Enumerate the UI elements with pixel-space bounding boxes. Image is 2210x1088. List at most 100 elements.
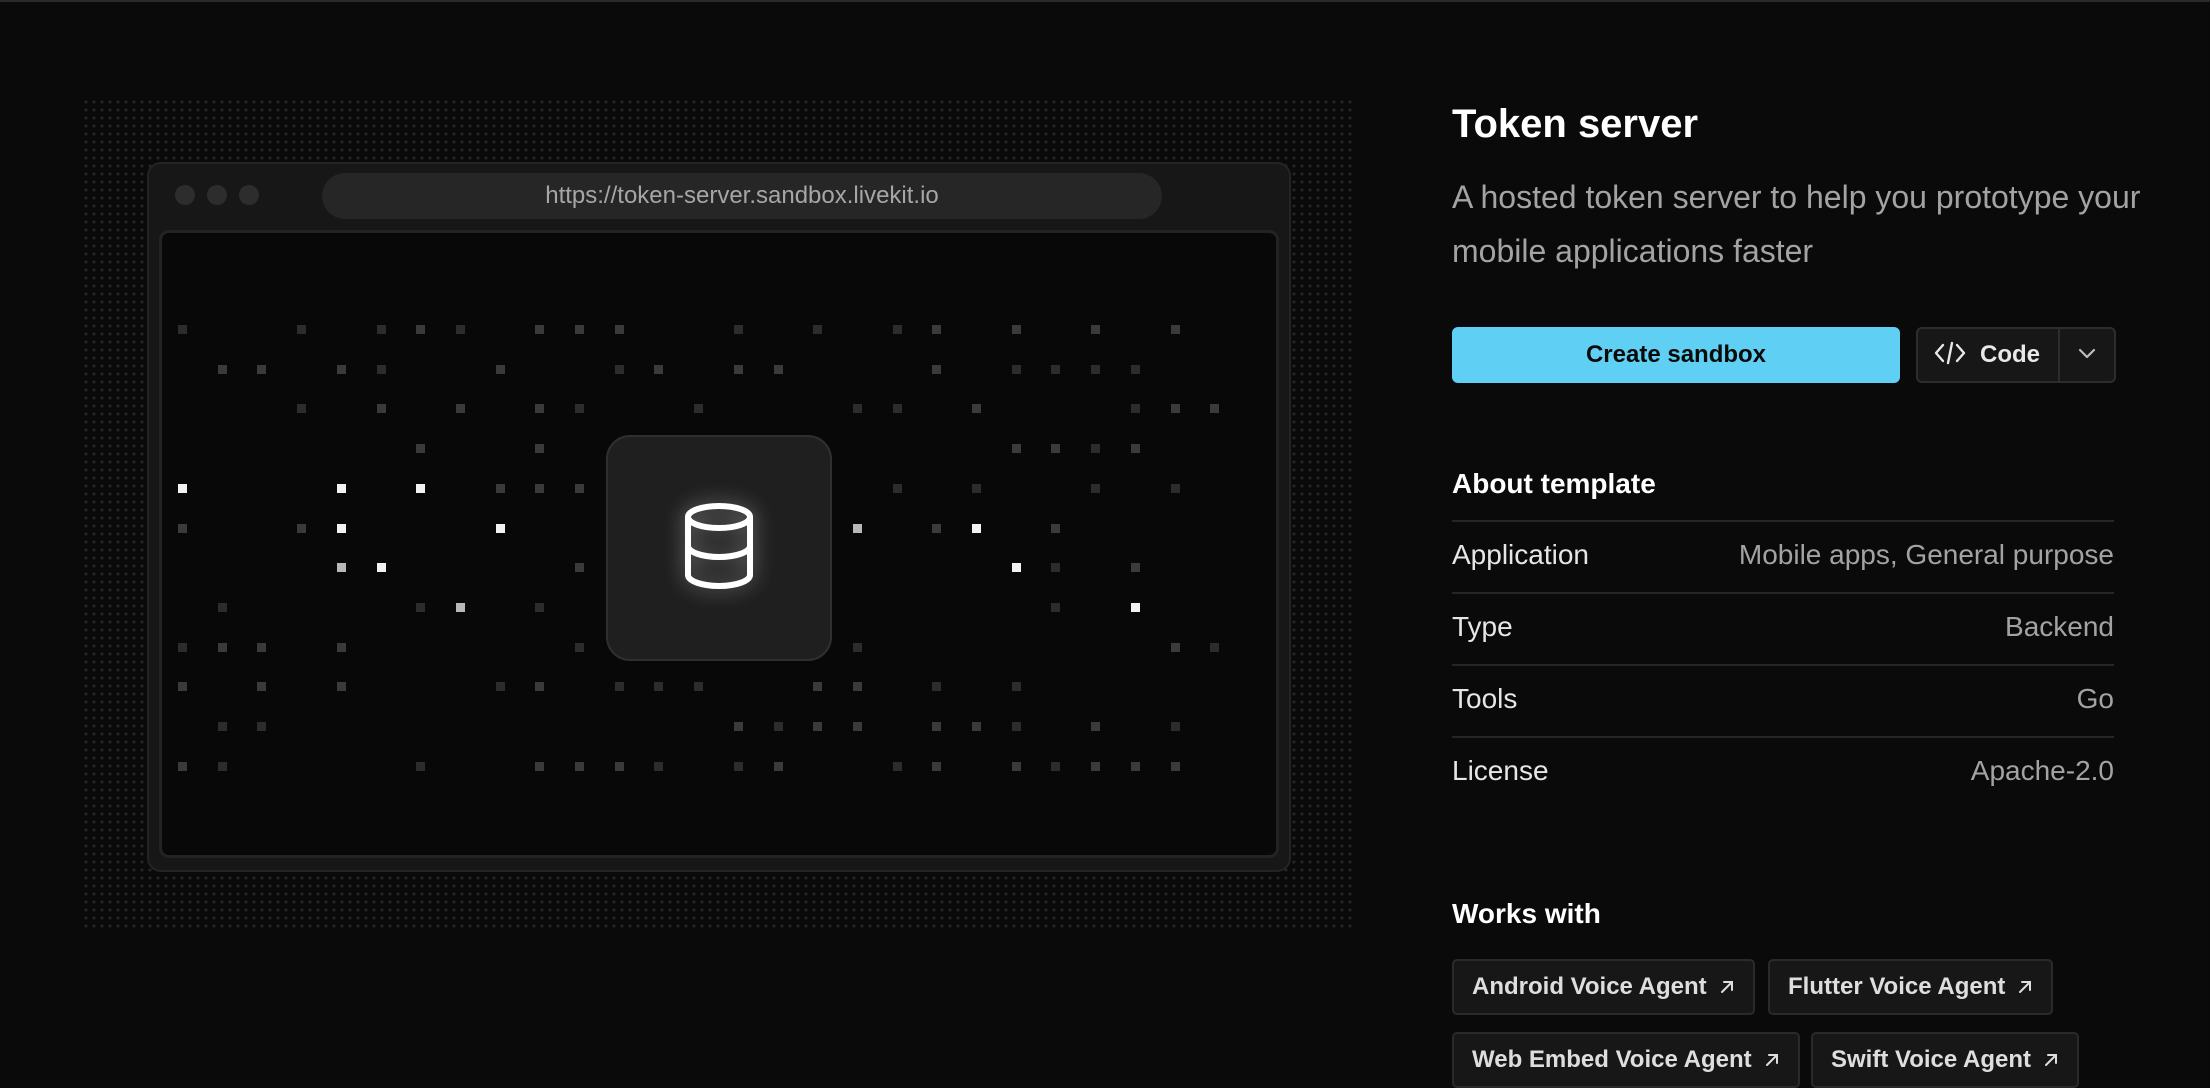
waveform-pixel [456, 603, 465, 612]
waveform-pixel [337, 563, 346, 572]
waveform-pixel [1131, 444, 1140, 453]
waveform-pixel [734, 365, 743, 374]
waveform-pixel [337, 365, 346, 374]
waveform-pixel [1171, 325, 1180, 334]
about-value: Go [2076, 683, 2114, 714]
about-key: Tools [1452, 683, 1518, 714]
chevron-down-icon [2078, 346, 2096, 364]
waveform-pixel [496, 365, 505, 374]
waveform-pixel [535, 484, 544, 493]
page-title: Token server [1452, 102, 1699, 146]
waveform-pixel [853, 404, 862, 413]
chip-label: Web Embed Voice Agent [1472, 1046, 1752, 1073]
waveform-pixel [575, 762, 584, 771]
about-row-type: Type Backend [1452, 592, 2114, 664]
works-with-chip-swift[interactable]: Swift Voice Agent [1811, 1032, 2080, 1088]
waveform-pixel [535, 444, 544, 453]
waveform-pixel [893, 404, 902, 413]
waveform-pixel [416, 762, 425, 771]
waveform-pixel [257, 682, 266, 691]
waveform-pixel [1131, 563, 1140, 572]
chip-label: Flutter Voice Agent [1788, 973, 2006, 1000]
window-dot-close [175, 185, 195, 205]
waveform-pixel [535, 404, 544, 413]
waveform-pixel [893, 325, 902, 334]
waveform-pixel [297, 325, 306, 334]
waveform-pixel [456, 325, 465, 334]
waveform-pixel [654, 682, 663, 691]
about-key: Type [1452, 611, 1513, 642]
waveform-pixel [496, 682, 505, 691]
waveform-pixel [257, 643, 266, 652]
waveform-pixel [1131, 404, 1140, 413]
waveform-pixel [416, 603, 425, 612]
code-button[interactable]: Code [1918, 329, 2058, 381]
waveform-pixel [932, 762, 941, 771]
works-with-chip-flutter[interactable]: Flutter Voice Agent [1768, 959, 2054, 1015]
about-row-tools: Tools Go [1452, 664, 2114, 736]
waveform-pixel [178, 484, 187, 493]
waveform-pixel [813, 682, 822, 691]
waveform-pixel [615, 682, 624, 691]
about-row-license: License Apache-2.0 [1452, 736, 2114, 808]
waveform-pixel [535, 762, 544, 771]
code-button-label: Code [1980, 341, 2040, 368]
waveform-pixel [1051, 762, 1060, 771]
center-icon-tile [606, 435, 832, 661]
waveform-pixel [694, 404, 703, 413]
about-value: Backend [2005, 611, 2114, 642]
waveform-pixel [1210, 404, 1219, 413]
waveform-pixel [1012, 325, 1021, 334]
code-dropdown-toggle[interactable] [2060, 329, 2114, 381]
waveform-pixel [1012, 444, 1021, 453]
waveform-pixel [178, 762, 187, 771]
about-key: Application [1452, 539, 1589, 570]
about-row-application: Application Mobile apps, General purpose [1452, 520, 2114, 592]
create-sandbox-button[interactable]: Create sandbox [1452, 327, 1900, 383]
waveform-pixel [813, 325, 822, 334]
works-with-chip-android[interactable]: Android Voice Agent [1452, 959, 1755, 1015]
about-key: License [1452, 755, 1549, 786]
waveform-pixel [853, 643, 862, 652]
waveform-pixel [377, 563, 386, 572]
works-with-heading: Works with [1452, 898, 1601, 929]
waveform-pixel [615, 762, 624, 771]
waveform-pixel [972, 404, 981, 413]
template-description: A hosted token server to help you protot… [1452, 179, 2141, 269]
top-divider [0, 0, 2210, 2]
waveform-pixel [774, 722, 783, 731]
works-with-chip-web-embed[interactable]: Web Embed Voice Agent [1452, 1032, 1800, 1088]
waveform-pixel [218, 643, 227, 652]
waveform-pixel [416, 325, 425, 334]
waveform-pixel [178, 325, 187, 334]
waveform-pixel [972, 484, 981, 493]
waveform-pixel [575, 563, 584, 572]
waveform-pixel [496, 524, 505, 533]
waveform-pixel [853, 682, 862, 691]
waveform-pixel [337, 682, 346, 691]
waveform-pixel [535, 603, 544, 612]
chip-label: Android Voice Agent [1472, 973, 1707, 1000]
waveform-pixel [1091, 722, 1100, 731]
waveform-pixel [1091, 365, 1100, 374]
waveform-pixel [654, 365, 663, 374]
waveform-pixel [1131, 365, 1140, 374]
waveform-pixel [218, 365, 227, 374]
waveform-pixel [1091, 484, 1100, 493]
waveform-pixel [972, 524, 981, 533]
waveform-pixel [337, 524, 346, 533]
waveform-pixel [1210, 643, 1219, 652]
waveform-pixel [575, 325, 584, 334]
code-split-button: Code [1916, 327, 2116, 383]
waveform-pixel [774, 365, 783, 374]
waveform-pixel [1051, 603, 1060, 612]
about-value: Apache-2.0 [1970, 755, 2114, 786]
waveform-pixel [1051, 524, 1060, 533]
waveform-pixel [257, 722, 266, 731]
waveform-pixel [932, 365, 941, 374]
waveform-pixel [853, 722, 862, 731]
waveform-pixel [575, 643, 584, 652]
waveform-pixel [1012, 682, 1021, 691]
external-link-icon [1719, 979, 1735, 995]
about-heading: About template [1452, 468, 1656, 499]
